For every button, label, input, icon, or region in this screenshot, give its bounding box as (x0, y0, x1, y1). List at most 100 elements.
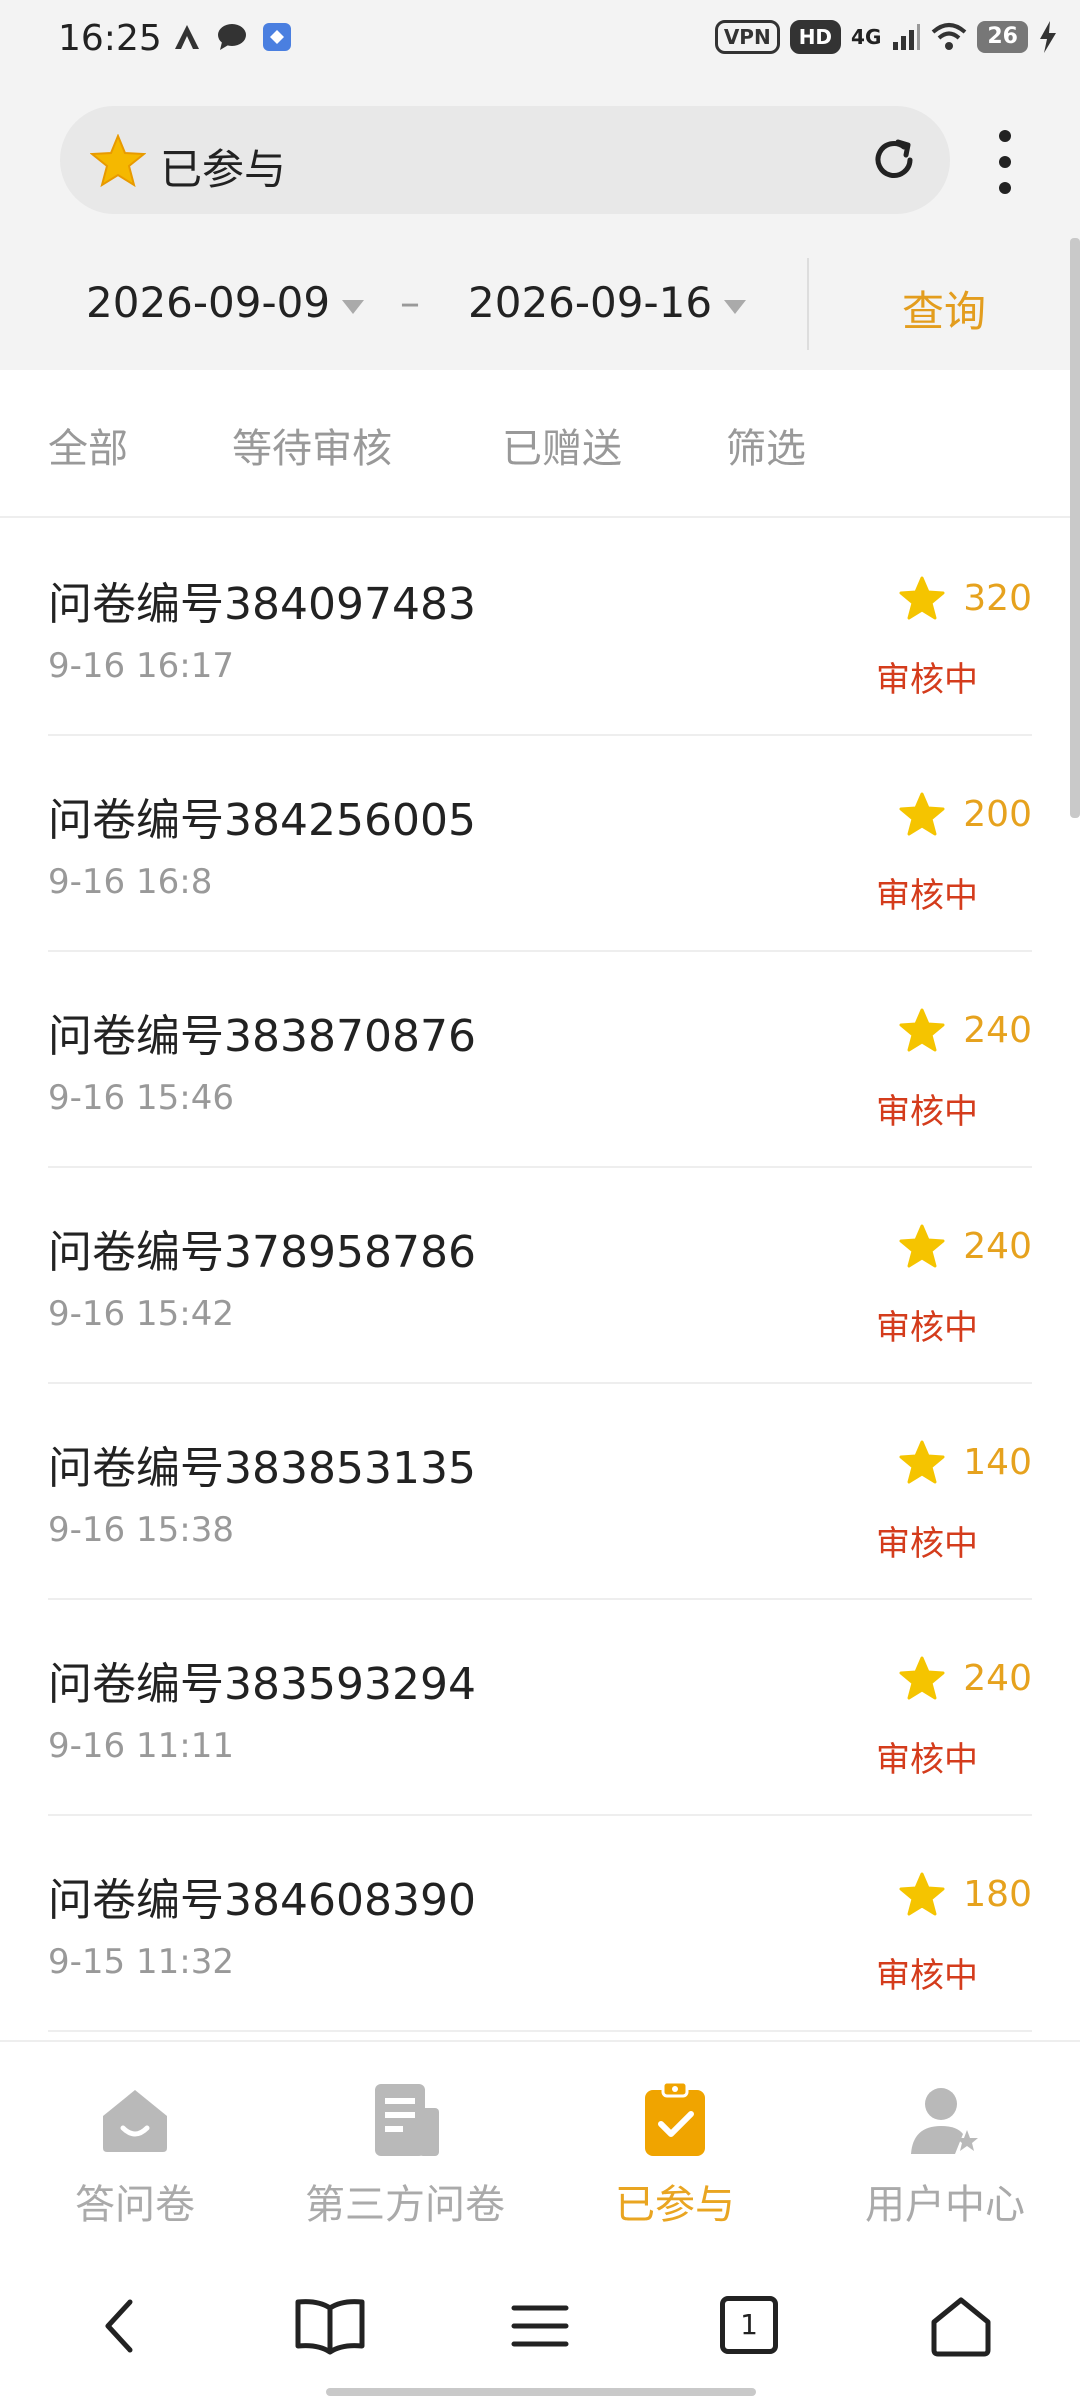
record-time: 9-16 15:46 (48, 1078, 234, 1118)
nav-label: 用户中心 (865, 2182, 1025, 2228)
end-date-dropdown-icon[interactable] (724, 300, 746, 314)
record-points: 240 (899, 1008, 1032, 1052)
points-value: 240 (963, 1657, 1032, 1699)
star-icon (899, 576, 945, 620)
star-icon (899, 1656, 945, 1700)
points-value: 320 (963, 577, 1032, 619)
record-time: 9-16 16:8 (48, 862, 213, 902)
record-title: 问卷编号383593294 (48, 1659, 476, 1710)
refresh-icon[interactable] (866, 132, 922, 188)
points-value: 240 (963, 1009, 1032, 1051)
record-title: 问卷编号378958786 (48, 1227, 476, 1278)
list-item[interactable]: 问卷编号383870876 9-16 15:46 240 审核中 (48, 952, 1032, 1168)
list-item[interactable]: 问卷编号378958786 9-16 15:42 240 审核中 (48, 1168, 1032, 1384)
network-label: 4G (851, 25, 882, 49)
home-icon (103, 2090, 167, 2152)
star-icon (899, 792, 945, 836)
back-icon[interactable] (96, 2296, 146, 2356)
hd-badge: HD (789, 20, 842, 54)
bottom-nav: 答问卷 第三方问卷 已参与 用户中心 (0, 2040, 1080, 2250)
title-bar[interactable]: 已参与 (60, 106, 950, 214)
app-blue-icon (263, 23, 291, 51)
tab-gifted[interactable]: 已赠送 (502, 416, 622, 474)
document-icon (375, 2084, 439, 2156)
status-badge: 审核中 (876, 1956, 978, 1996)
record-time: 9-16 15:42 (48, 1294, 234, 1334)
record-points: 180 (899, 1872, 1032, 1916)
record-title: 问卷编号384097483 (48, 579, 476, 630)
record-points: 140 (899, 1440, 1032, 1484)
start-date-dropdown-icon[interactable] (342, 300, 364, 314)
status-badge: 审核中 (876, 660, 978, 700)
home-indicator[interactable] (326, 2388, 756, 2396)
nav-label: 已参与 (615, 2182, 735, 2228)
points-value: 140 (963, 1441, 1032, 1483)
vpn-badge: VPN (714, 20, 780, 54)
star-icon (899, 1872, 945, 1916)
end-date[interactable]: 2026-09-16 (468, 278, 712, 327)
menu-icon[interactable] (510, 2296, 570, 2356)
app-a-icon (175, 25, 199, 49)
record-title: 问卷编号383853135 (48, 1443, 476, 1494)
record-time: 9-16 11:11 (48, 1726, 234, 1766)
browser-toolbar: 1 (0, 2250, 1080, 2400)
notification-icons (172, 22, 292, 52)
start-date[interactable]: 2026-09-09 (86, 278, 330, 327)
charging-icon (1040, 21, 1056, 53)
star-icon (90, 134, 146, 188)
system-icons: VPN HD 4G 26 (714, 20, 1058, 54)
status-badge: 审核中 (876, 876, 978, 916)
home-icon[interactable] (928, 2296, 994, 2358)
record-list: 问卷编号384097483 9-16 16:17 320 审核中 问卷编号384… (0, 520, 1080, 2032)
page-title: 已参与 (160, 145, 287, 194)
tab-filter[interactable]: 筛选 (726, 416, 806, 474)
nav-answer-survey[interactable]: 答问卷 (0, 2078, 270, 2230)
tab-count: 1 (740, 2308, 758, 2341)
star-icon (899, 1440, 945, 1484)
record-title: 问卷编号384256005 (48, 795, 476, 846)
tabs-icon[interactable]: 1 (720, 2296, 778, 2354)
battery-level: 26 (977, 21, 1028, 53)
status-bar: 16:25 VPN HD 4G 26 (0, 0, 1080, 82)
list-item[interactable]: 问卷编号384608390 9-15 11:32 180 审核中 (48, 1816, 1032, 2032)
record-points: 320 (899, 576, 1032, 620)
date-separator: – (400, 280, 420, 326)
record-title: 问卷编号383870876 (48, 1011, 476, 1062)
signal-icon (893, 24, 921, 50)
clipboard-check-icon (645, 2080, 705, 2156)
header: 已参与 2026-09-09 – 2026-09-16 查询 (0, 82, 1080, 370)
query-button[interactable]: 查询 (902, 278, 986, 339)
record-points: 200 (899, 792, 1032, 836)
date-filter: 2026-09-09 – 2026-09-16 查询 (0, 250, 1080, 370)
record-points: 240 (899, 1224, 1032, 1268)
points-value: 200 (963, 793, 1032, 835)
record-time: 9-15 11:32 (48, 1942, 234, 1982)
record-title: 问卷编号384608390 (48, 1875, 476, 1926)
star-icon (899, 1224, 945, 1268)
list-item[interactable]: 问卷编号383853135 9-16 15:38 140 审核中 (48, 1384, 1032, 1600)
status-badge: 审核中 (876, 1308, 978, 1348)
points-value: 240 (963, 1225, 1032, 1267)
tab-pending-review[interactable]: 等待审核 (232, 416, 392, 474)
status-time: 16:25 (58, 18, 162, 59)
user-icon (911, 2088, 978, 2154)
nav-label: 第三方问卷 (305, 2182, 505, 2228)
nav-user-center[interactable]: 用户中心 (810, 2078, 1080, 2230)
nav-third-party-survey[interactable]: 第三方问卷 (270, 2078, 540, 2230)
status-badge: 审核中 (876, 1092, 978, 1132)
status-badge: 审核中 (876, 1524, 978, 1564)
nav-label: 答问卷 (75, 2182, 195, 2228)
more-vertical-icon[interactable] (990, 130, 1020, 200)
list-item[interactable]: 问卷编号384256005 9-16 16:8 200 审核中 (48, 736, 1032, 952)
star-icon (899, 1008, 945, 1052)
bookmarks-icon[interactable] (294, 2296, 366, 2356)
filter-tabs: 全部 等待审核 已赠送 筛选 (0, 370, 1080, 518)
list-item[interactable]: 问卷编号383593294 9-16 11:11 240 审核中 (48, 1600, 1032, 1816)
nav-participated[interactable]: 已参与 (540, 2078, 810, 2230)
record-time: 9-16 15:38 (48, 1510, 234, 1550)
status-badge: 审核中 (876, 1740, 978, 1780)
wifi-icon (932, 23, 967, 50)
record-points: 240 (899, 1656, 1032, 1700)
list-item[interactable]: 问卷编号384097483 9-16 16:17 320 审核中 (48, 520, 1032, 736)
tab-all[interactable]: 全部 (48, 416, 128, 474)
